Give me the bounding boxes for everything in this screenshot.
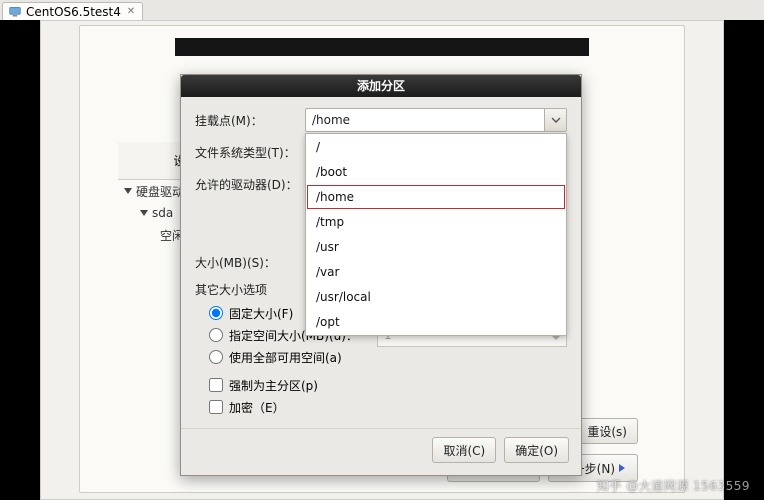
mount-dropdown[interactable]: //boot/home/tmp/usr/var/usr/local/opt [305,133,567,336]
mount-combo[interactable] [305,108,567,132]
dropdown-option[interactable]: /opt [307,310,565,334]
mount-input[interactable] [305,108,567,132]
chevron-down-icon[interactable] [544,109,566,131]
dropdown-option[interactable]: / [307,135,565,159]
mount-label: 挂载点(M)： [195,112,305,129]
check-primary-input[interactable] [209,378,223,392]
check-primary[interactable]: 强制为主分区(p) [195,374,567,396]
dropdown-option[interactable]: /boot [307,160,565,184]
dropdown-option[interactable]: /var [307,260,565,284]
add-partition-dialog: 添加分区 挂载点(M)： 文件系统类型(T)： //boot/home/tmp/… [180,74,582,476]
radio-all[interactable]: 使用全部可用空间(a) [195,346,567,368]
vm-tab-title: CentOS6.5test4 [26,5,121,19]
cancel-button[interactable]: 取消(C) [432,437,496,463]
dialog-title: 添加分区 [181,75,581,97]
chevron-down-icon [140,210,148,216]
close-icon[interactable]: ✕ [126,7,136,17]
radio-all-input[interactable] [209,350,223,364]
dropdown-option[interactable]: /tmp [307,210,565,234]
reset-button[interactable]: 重设(s) [576,418,638,444]
arrow-right-icon [619,464,625,472]
dropdown-option[interactable]: /usr [307,235,565,259]
disk-usage-bar [175,38,589,56]
size-label: 大小(MB)(S)： [195,254,305,271]
monitor-icon [9,6,21,18]
radio-fixed-input[interactable] [209,306,223,320]
radio-upto-input[interactable] [209,328,223,342]
chevron-down-icon [124,188,132,194]
dropdown-option[interactable]: /home [307,185,565,209]
dropdown-option[interactable]: /usr/local [307,285,565,309]
check-encrypt-input[interactable] [209,400,223,414]
fstype-label: 文件系统类型(T)： [195,144,305,161]
check-encrypt[interactable]: 加密（E） [195,396,567,418]
vm-tab[interactable]: CentOS6.5test4 ✕ [2,2,143,20]
allowed-drives-label: 允许的驱动器(D)： [195,176,305,193]
ok-button[interactable]: 确定(O) [504,437,569,463]
